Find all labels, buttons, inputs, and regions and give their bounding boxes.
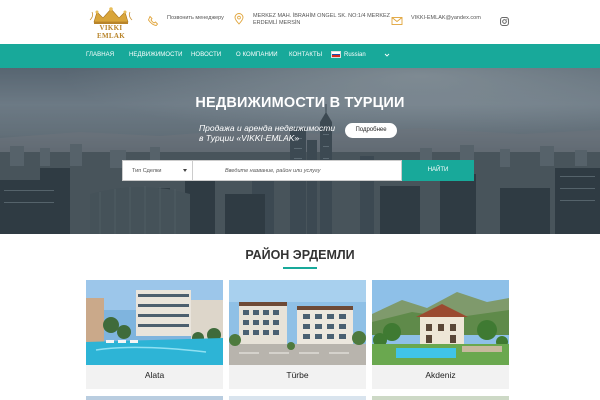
district-name: Türbe bbox=[286, 370, 309, 380]
nav-item-news[interactable]: НОВОСТИ bbox=[191, 52, 221, 58]
phone-icon bbox=[147, 15, 159, 26]
district-card-row2-2[interactable] bbox=[229, 396, 366, 400]
header-address: MERKEZ MAH. İBRAHİM ONGEL SK. NO:1/4 MER… bbox=[233, 13, 393, 27]
header-phone[interactable]: Позвонить менеджеру bbox=[147, 15, 224, 27]
nav-item-about[interactable]: О КОМПАНИИ bbox=[236, 52, 278, 58]
logo[interactable]: VIKKI EMLAK bbox=[88, 6, 134, 40]
deal-type-select[interactable]: Тип Сделки bbox=[122, 160, 193, 181]
hero-subtitle: Продажа и аренда недвижимости в Турции «… bbox=[199, 123, 349, 143]
district-image-akdeniz bbox=[372, 280, 509, 365]
logo-text: VIKKI EMLAK bbox=[97, 24, 125, 40]
district-name: Akdeniz bbox=[425, 370, 456, 380]
district-card-turbe[interactable]: Türbe bbox=[229, 280, 366, 389]
district-card-row2-1[interactable] bbox=[86, 396, 223, 400]
hero-subtitle-line2: в Турции «VIKKI-EMLAK» bbox=[199, 133, 300, 143]
hero-title: НЕДВИЖИМОСТИ В ТУРЦИИ bbox=[195, 95, 405, 111]
district-name: Alata bbox=[144, 370, 165, 380]
deal-type-label: Тип Сделки bbox=[132, 168, 162, 174]
search-input[interactable]: Введите название, район или услугу bbox=[193, 160, 402, 181]
district-image-turbe bbox=[229, 280, 366, 365]
nav-item-home[interactable]: ГЛАВНАЯ bbox=[86, 52, 114, 58]
hero-subtitle-line1: Продажа и аренда недвижимости bbox=[199, 123, 336, 133]
chevron-down-icon[interactable] bbox=[384, 52, 390, 58]
nav-item-contacts[interactable]: КОНТАКТЫ bbox=[289, 52, 322, 58]
section-title: РАЙОН ЭРДЕМЛИ bbox=[245, 248, 355, 262]
email-text: VIKKI-EMLAK@yandex.com bbox=[411, 15, 481, 21]
more-button[interactable]: Подробнее bbox=[345, 123, 397, 138]
mail-icon bbox=[391, 17, 403, 25]
nav-item-properties[interactable]: НЕДВИЖИМОСТИ bbox=[129, 52, 183, 58]
hero-overlay bbox=[0, 68, 600, 234]
district-card-row2-3[interactable] bbox=[372, 396, 509, 400]
phone-label: Позвонить менеджеру bbox=[167, 15, 224, 21]
header-email[interactable]: VIKKI-EMLAK@yandex.com bbox=[391, 15, 481, 27]
district-card-alata[interactable]: Alata bbox=[86, 280, 223, 389]
caret-down-icon bbox=[183, 169, 187, 172]
district-card-akdeniz[interactable]: Akdeniz bbox=[372, 280, 509, 389]
section-underline bbox=[283, 267, 317, 269]
language-label: Russian bbox=[344, 51, 366, 58]
site-header: VIKKI EMLAK Позвонить менеджеру MERKEZ M… bbox=[0, 0, 600, 44]
russia-flag-icon bbox=[331, 51, 341, 58]
main-nav: ГЛАВНАЯ НЕДВИЖИМОСТИ НОВОСТИ О КОМПАНИИ … bbox=[0, 44, 600, 68]
address-text: MERKEZ MAH. İBRAHİM ONGEL SK. NO:1/4 MER… bbox=[253, 13, 391, 26]
hero-banner: НЕДВИЖИМОСТИ В ТУРЦИИ Продажа и аренда н… bbox=[0, 68, 600, 234]
map-pin-icon bbox=[234, 13, 244, 25]
search-button[interactable]: НАЙТИ bbox=[402, 160, 474, 181]
search-bar: Тип Сделки Введите название, район или у… bbox=[122, 160, 474, 181]
logo-crown-icon bbox=[89, 7, 133, 24]
instagram-icon[interactable] bbox=[500, 17, 509, 26]
district-image-alata bbox=[86, 280, 223, 365]
language-selector[interactable]: Russian bbox=[331, 51, 366, 58]
